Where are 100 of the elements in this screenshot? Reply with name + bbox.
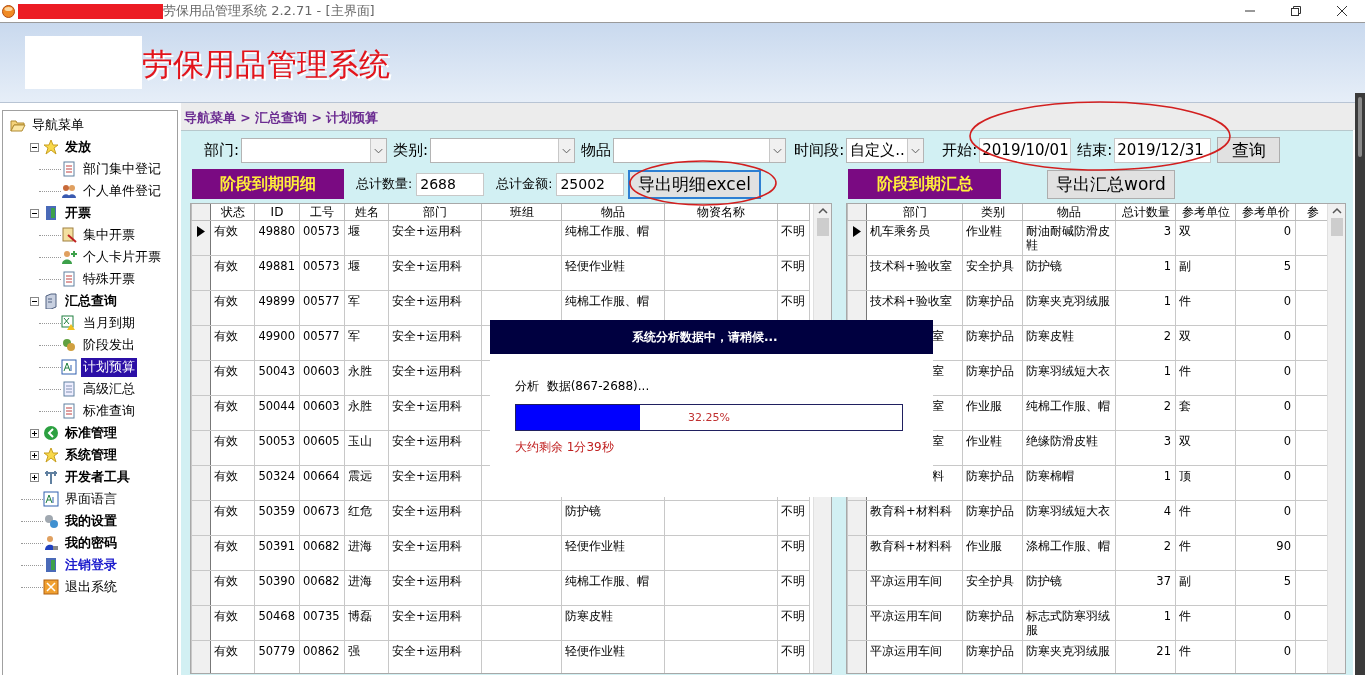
- tree-item[interactable]: 计划预算: [81, 357, 137, 377]
- export-word-button[interactable]: 导出汇总word: [1047, 169, 1175, 199]
- window-title: 劳保用品管理系统 2.2.71 - [主界面]: [163, 2, 375, 20]
- table-cell: 00664: [299, 465, 345, 500]
- column-header: 参考单位: [1175, 204, 1236, 220]
- table-cell: 防护镜: [561, 500, 665, 535]
- table-cell: 堰: [344, 255, 389, 290]
- table-cell: 教育科+材料科: [866, 535, 963, 570]
- tree-item[interactable]: 集中开票: [81, 225, 137, 245]
- tree-item[interactable]: 我的设置: [63, 511, 119, 531]
- table-cell: 机车乘务员: [866, 220, 963, 255]
- scrollbar[interactable]: [1327, 204, 1345, 673]
- column-header: 部门: [388, 204, 482, 220]
- table-cell: 50468: [254, 605, 300, 640]
- table-cell: 安全+运用科: [388, 535, 482, 570]
- tree-item[interactable]: 我的密码: [63, 533, 119, 553]
- row-header: [191, 204, 211, 220]
- breadcrumb: 导航菜单 > 汇总查询 > 计划预算: [184, 110, 379, 127]
- star-icon: [43, 447, 59, 463]
- row-selector[interactable]: [191, 220, 211, 255]
- table-cell: 安全+运用科: [388, 395, 482, 430]
- tree-item[interactable]: 界面语言: [63, 489, 119, 509]
- table-cell: 套: [1175, 395, 1236, 430]
- table-cell: 0: [1235, 605, 1296, 640]
- table-cell: 绝缘防滑皮鞋: [1022, 430, 1116, 465]
- column-header: 物品: [561, 204, 665, 220]
- table-cell: 00673: [299, 500, 345, 535]
- table-cell: 作业鞋: [962, 430, 1023, 465]
- table-cell: 2: [1115, 535, 1176, 570]
- table-cell: 不明: [777, 220, 810, 255]
- table-cell: 2: [1115, 395, 1176, 430]
- table-cell: 安全+运用科: [388, 605, 482, 640]
- table-cell: 纯棉工作服、帽: [1022, 395, 1116, 430]
- field-label: 结束:: [1077, 140, 1113, 160]
- user-add-icon: [61, 249, 77, 265]
- tree-item[interactable]: 汇总查询: [63, 291, 119, 311]
- column-header: 物资名称: [664, 204, 778, 220]
- scroll-thumb[interactable]: [816, 218, 829, 236]
- tree-item[interactable]: 标准管理: [63, 423, 119, 443]
- column-header: 班组: [481, 204, 562, 220]
- tree-item[interactable]: 发放: [63, 137, 93, 157]
- query-button[interactable]: 查询: [1217, 137, 1281, 163]
- certificate-icon: [61, 227, 77, 243]
- table-cell: 防寒护品: [962, 500, 1023, 535]
- tree-item[interactable]: 个人卡片开票: [81, 247, 163, 267]
- table-cell: 50390: [254, 570, 300, 605]
- tree-item[interactable]: 开票: [63, 203, 93, 223]
- dropdown[interactable]: [613, 137, 787, 163]
- export-excel-button[interactable]: 导出明细excel: [628, 169, 761, 199]
- table-cell: 00682: [299, 570, 345, 605]
- tree-item[interactable]: 退出系统: [63, 577, 119, 597]
- tree-item[interactable]: 标准查询: [81, 401, 137, 421]
- table-cell: 有效: [210, 325, 255, 360]
- row-selector[interactable]: [847, 220, 867, 255]
- table-cell: 永胜: [344, 395, 389, 430]
- table-cell: 1: [1115, 465, 1176, 500]
- tree-item[interactable]: 阶段发出: [81, 335, 137, 355]
- table-cell: 有效: [210, 395, 255, 430]
- field-label: 类别:: [393, 140, 429, 160]
- table-cell: 00603: [299, 360, 345, 395]
- font-icon: [61, 359, 77, 375]
- field-label: 部门:: [204, 140, 240, 160]
- table-cell: 1: [1115, 605, 1176, 640]
- current-row-icon: [853, 225, 861, 237]
- app-title: 劳保用品管理系统: [142, 44, 390, 84]
- dropdown[interactable]: [430, 137, 576, 163]
- tree-item[interactable]: 高级汇总: [81, 379, 137, 399]
- column-header: ID: [254, 204, 300, 220]
- column-header: 姓名: [344, 204, 389, 220]
- scroll-thumb[interactable]: [1330, 218, 1343, 236]
- dropdown[interactable]: 自定义..: [846, 137, 925, 163]
- table-cell: 0: [1235, 325, 1296, 360]
- tree-item[interactable]: 导航菜单: [30, 115, 86, 135]
- date-field[interactable]: 2019/10/01: [979, 137, 1072, 163]
- scrollbar[interactable]: [1355, 93, 1365, 675]
- exit-icon: [43, 579, 59, 595]
- table-cell: 博磊: [344, 605, 389, 640]
- date-field[interactable]: 2019/12/31: [1114, 137, 1212, 163]
- caret-icon: [558, 138, 575, 162]
- table-cell: 安全+运用科: [388, 290, 482, 325]
- field-label: 时间段:: [794, 140, 845, 160]
- table-cell: 安全+运用科: [388, 430, 482, 465]
- tree-item[interactable]: 特殊开票: [81, 269, 137, 289]
- tree-item[interactable]: 部门集中登记: [81, 159, 163, 179]
- field-label: 总计金额:: [496, 175, 553, 193]
- column-header: 类别: [962, 204, 1023, 220]
- tree-item[interactable]: 个人单件登记: [81, 181, 163, 201]
- table-cell: 防寒羽绒短大衣: [1022, 500, 1116, 535]
- tree-item[interactable]: 系统管理: [63, 445, 119, 465]
- table-cell: 防寒护品: [962, 360, 1023, 395]
- dropdown[interactable]: [241, 137, 388, 163]
- tree-item[interactable]: 当月到期: [81, 313, 137, 333]
- table-cell: 进海: [344, 570, 389, 605]
- table-cell: 安全+运用科: [388, 500, 482, 535]
- table-cell: 不明: [777, 535, 810, 570]
- tree-item[interactable]: 开发者工具: [63, 467, 132, 487]
- table-cell: 军: [344, 290, 389, 325]
- tree-item[interactable]: 注销登录: [63, 555, 119, 575]
- column-header: 工号: [299, 204, 345, 220]
- table-cell: 0: [1235, 360, 1296, 395]
